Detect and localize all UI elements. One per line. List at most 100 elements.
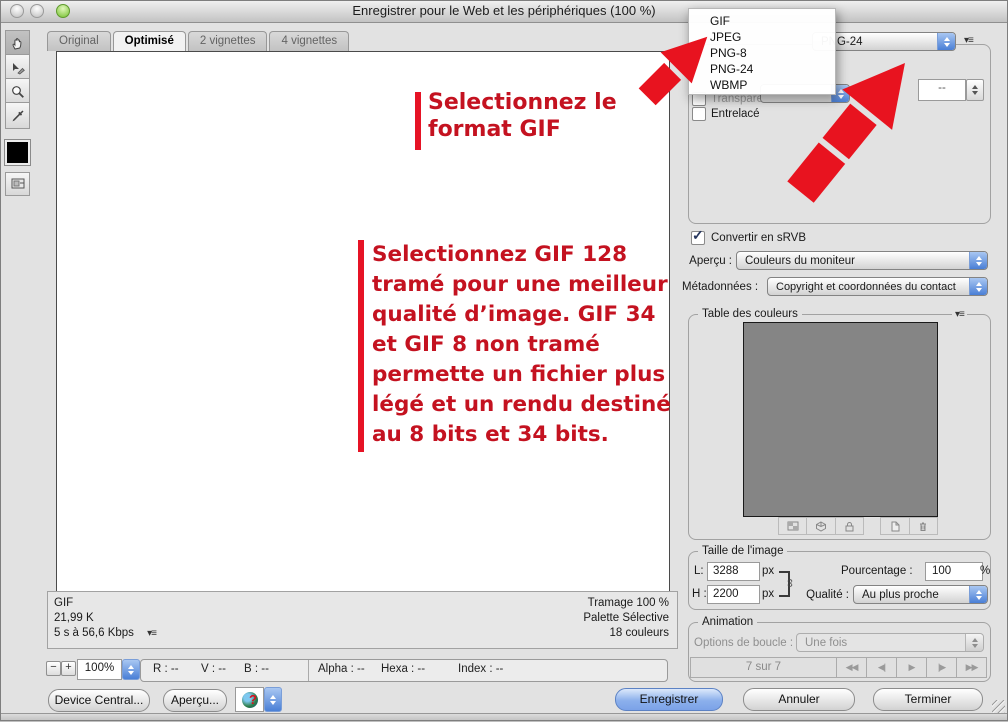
readout-hexa: Hexa : -- [381,663,425,675]
convert-srgb-label: Convertir en sRVB [711,232,806,244]
zoom-out-button[interactable]: − [46,661,61,676]
width-field[interactable]: 3288 [707,562,760,581]
annotation-note-2: Selectionnez GIF 128 tramé pour une meil… [372,240,671,450]
tab-4-vignettes[interactable]: 4 vignettes [269,31,349,51]
window-title: Enregistrer pour le Web et les périphéri… [352,3,655,18]
zoom-level-field[interactable]: 100% [77,659,122,680]
done-button[interactable]: Terminer [873,688,983,711]
first-frame-button: ◀◀ [836,658,866,677]
matte-stepper[interactable] [966,79,984,101]
web-shift-button[interactable] [807,518,835,534]
color-table-tools [778,517,864,535]
slice-select-tool-button[interactable] [5,54,30,81]
quality-select[interactable]: Au plus proche [853,585,988,604]
zoom-tool-button[interactable] [5,78,30,105]
last-frame-button: ▶▶ [956,658,986,677]
preview-select[interactable]: Couleurs du moniteur [736,251,988,270]
preset-select-stepper [937,33,955,50]
delete-color-button[interactable] [910,518,938,534]
zoom-in-button[interactable]: + [61,661,76,676]
color-table-flyout-icon[interactable]: ▾≡ [952,309,967,320]
color-table-title: Table des couleurs [698,307,802,321]
status-right: Tramage 100 % Palette Sélective 18 coule… [583,596,669,641]
title-bar: Enregistrer pour le Web et les périphéri… [0,0,1008,23]
tab-optimise[interactable]: Optimisé [113,31,186,52]
animation-transport: 7 sur 7 ◀◀ ◀| ▶ |▶ ▶▶ [690,657,987,678]
device-central-button[interactable]: Device Central... [48,689,150,712]
hand-tool-button[interactable] [5,30,30,57]
percent-field[interactable]: 100 [925,562,983,581]
tab-original[interactable]: Original [47,31,111,51]
menu-item-gif[interactable]: GIF [689,13,835,29]
trash-icon [918,521,928,532]
cube-icon [815,521,827,532]
save-button[interactable]: Enregistrer [615,688,723,711]
close-button[interactable] [10,4,24,18]
readout-alpha: Alpha : -- [318,663,365,675]
browser-preview-well[interactable]: ? [235,687,264,712]
preview-select-stepper [969,252,987,269]
status-download-time: 5 s à 56,6 Kbps ▾≡ [54,626,156,641]
animation-title: Animation [698,615,757,629]
annotation-bar-1 [415,92,421,150]
frame-counter: 7 sur 7 [691,658,836,677]
status-palette: Palette Sélective [583,611,669,626]
hand-icon [10,36,26,52]
color-table-edit-tools [880,517,938,535]
transparency-checker-icon [787,521,799,531]
metadata-label: Métadonnées : [682,281,758,293]
resize-grip[interactable] [992,700,1005,713]
readout-v: V : -- [201,663,226,675]
readout-divider [308,660,309,681]
play-button: ▶ [896,658,926,677]
chain-link-icon: ∞ [783,579,797,588]
lock-icon [844,521,855,532]
slices-visibility-icon [10,177,26,191]
height-field[interactable]: 2200 [707,585,760,604]
status-filesize: 21,99 K [54,611,156,626]
status-format: GIF [54,596,156,611]
metadata-select[interactable]: Copyright et coordonnées du contact [767,277,988,296]
zoom-window-button[interactable] [56,4,70,18]
color-swatch[interactable] [5,140,30,165]
status-dither: Tramage 100 % [583,596,669,611]
minimize-button[interactable] [30,4,44,18]
height-label: H : [692,588,707,600]
browser-help-glyph: ? [249,692,257,707]
interlaced-checkbox[interactable] [692,107,706,121]
toggle-slices-button[interactable] [5,172,30,196]
download-speed-flyout-icon[interactable]: ▾≡ [147,628,156,639]
loop-options-label: Options de boucle : [694,637,793,649]
width-label: L: [694,565,704,577]
next-frame-button: |▶ [926,658,956,677]
optimization-status-box: GIF 21,99 K 5 s à 56,6 Kbps ▾≡ Tramage 1… [47,591,678,649]
eyedropper-tool-button[interactable] [5,102,30,129]
zoom-stepper[interactable] [122,659,140,680]
browser-select-stepper[interactable] [264,687,282,712]
readout-index: Index : -- [458,663,503,675]
menu-item-wbmp[interactable]: WBMP [689,77,835,93]
new-color-button[interactable] [881,518,910,534]
loop-options-select: Une fois [796,633,984,652]
image-size-title: Taille de l'image [698,544,787,558]
previous-frame-button: ◀| [866,658,896,677]
lock-color-button[interactable] [836,518,863,534]
preview-in-browser-button[interactable]: Aperçu... [163,689,227,712]
metadata-select-stepper [969,278,987,295]
annotation-bar-2 [358,240,364,452]
new-page-icon [890,521,900,532]
cancel-button[interactable]: Annuler [743,688,855,711]
convert-srgb-checkbox[interactable]: ✓ [691,231,705,245]
magnifier-icon [10,84,26,100]
map-transparency-button[interactable] [779,518,807,534]
width-unit: px [762,565,774,577]
quality-label: Qualité : [797,589,849,601]
checkmark-icon: ✓ [692,227,704,244]
percent-unit: % [980,565,990,577]
readout-r: R : -- [153,663,179,675]
preview-label: Aperçu : [682,255,732,267]
color-table-swatch-area[interactable] [743,322,938,517]
status-colors: 18 couleurs [583,626,669,641]
tab-2-vignettes[interactable]: 2 vignettes [188,31,268,51]
height-unit: px [762,588,774,600]
